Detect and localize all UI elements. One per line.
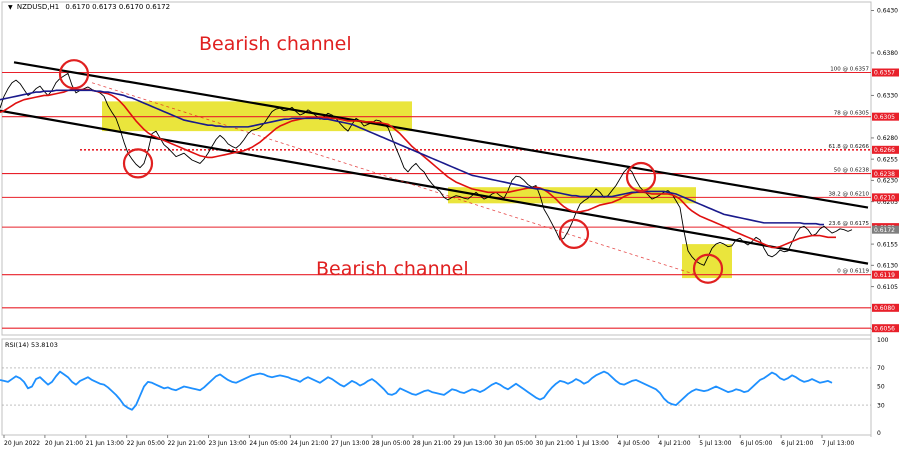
time-label-18: 6 Jul 05:00 — [740, 440, 772, 447]
level-tag-2: 0.6266 — [874, 147, 895, 154]
level-label-5: 23.6 @ 0.6175 — [829, 221, 870, 227]
time-label-12: 30 Jun 05:00 — [495, 440, 533, 447]
price-tick-label-2: 0.6330 — [877, 93, 898, 100]
rsi-tick-2: 50 — [877, 384, 885, 391]
time-label-19: 6 Jul 21:00 — [781, 440, 813, 447]
price-tick-label-9: 0.6105 — [877, 284, 898, 291]
time-label-15: 4 Jul 05:00 — [618, 440, 650, 447]
price-tick-label-7: 0.6155 — [877, 241, 898, 248]
forex-chart[interactable]: 100 @ 0.6357 78 @ 0.6305 61.8 @ 0.6266 50 @… — [0, 0, 900, 450]
time-label-9: 28 Jun 05:00 — [372, 440, 410, 447]
level-tag-6: 0.6119 — [874, 272, 895, 279]
level-label-3: 50 @ 0.6238 — [834, 168, 870, 174]
time-label-3: 22 Jun 05:00 — [127, 440, 165, 447]
time-label-11: 29 Jun 13:00 — [454, 440, 492, 447]
level-label-6: 0 @ 0.6119 — [837, 269, 869, 275]
level-tag-1: 0.6305 — [874, 114, 895, 121]
level-tag-3: 0.6238 — [874, 171, 895, 178]
price-tick-label-8: 0.6130 — [877, 263, 898, 270]
ohlc-values: 0.6170 0.6173 0.6170 0.6172 — [65, 3, 170, 11]
level-tag-4: 0.6210 — [874, 195, 895, 202]
price-tick-label-1: 0.6380 — [877, 50, 898, 57]
symbol-label: NZDUSD,H1 — [17, 3, 59, 11]
level-tag-7: 0.6080 — [874, 305, 895, 312]
time-label-10: 28 Jun 21:00 — [413, 440, 451, 447]
price-tick-label-0: 0.6430 — [877, 8, 898, 15]
time-label-1: 20 Jun 21:00 — [45, 440, 83, 447]
level-label-0: 100 @ 0.6357 — [830, 67, 869, 73]
chart-canvas: 100 @ 0.6357 78 @ 0.6305 61.8 @ 0.6266 50 @… — [0, 1, 899, 447]
price-axis: 0.64300.63800.63300.62800.62550.62300.62… — [871, 8, 899, 333]
price-tick-label-4: 0.6255 — [877, 156, 898, 163]
time-label-17: 5 Jul 13:00 — [699, 440, 731, 447]
rsi-tick-1: 70 — [877, 365, 885, 372]
level-label-4: 38.2 @ 0.6210 — [829, 191, 870, 197]
time-label-20: 7 Jul 13:00 — [822, 440, 854, 447]
rsi-tick-0: 100 — [877, 337, 889, 344]
time-label-6: 24 Jun 05:00 — [249, 440, 287, 447]
annotation-bearish-channel-bottom: Bearish channel — [316, 258, 469, 280]
time-label-0: 20 Jun 2022 — [4, 440, 40, 447]
annotation-bearish-channel-top: Bearish channel — [199, 33, 352, 55]
time-label-13: 30 Jun 21:00 — [536, 440, 574, 447]
rsi-tick-4: 0 — [877, 430, 881, 437]
time-label-8: 27 Jun 13:00 — [331, 440, 369, 447]
time-label-16: 4 Jul 21:00 — [658, 440, 690, 447]
time-label-14: 1 Jul 13:00 — [577, 440, 609, 447]
rsi-label: RSI(14) 53.8103 — [5, 341, 58, 349]
level-tag-0: 0.6357 — [874, 70, 895, 77]
time-label-2: 21 Jun 13:00 — [86, 440, 124, 447]
time-axis: 20 Jun 2022 20 Jun 21:00 21 Jun 13:00 22 Ju… — [3, 435, 854, 447]
time-label-7: 24 Jun 21:00 — [290, 440, 328, 447]
rsi-pane — [1, 338, 872, 436]
level-label-1: 78 @ 0.6305 — [834, 111, 870, 117]
price-marker-tag: 0.6172 — [874, 227, 895, 234]
zone-2 — [682, 244, 732, 279]
time-label-5: 23 Jun 13:00 — [209, 440, 247, 447]
symbol-header: ▼ NZDUSD,H1 0.6170 0.6173 0.6170 0.6172 — [8, 3, 170, 11]
rsi-tick-3: 30 — [877, 402, 885, 409]
triangle-icon: ▼ — [8, 4, 13, 11]
level-label-2: 61.8 @ 0.6266 — [829, 144, 870, 150]
price-tick-label-3: 0.6280 — [877, 135, 898, 142]
price-tick-label-5: 0.6230 — [877, 178, 898, 185]
time-label-4: 22 Jun 21:00 — [168, 440, 206, 447]
level-tag-8: 0.6056 — [874, 325, 895, 332]
price-pane — [1, 1, 872, 336]
